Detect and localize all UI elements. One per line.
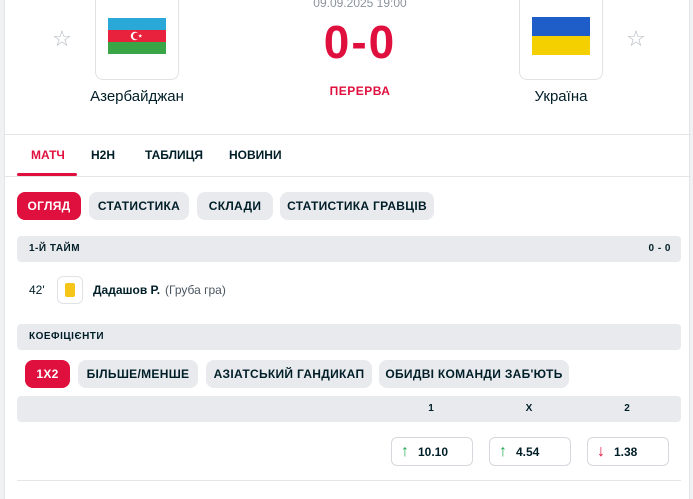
yellow-card-icon: [65, 283, 75, 297]
odd-away-button[interactable]: ↓ 1.38: [587, 437, 669, 466]
bottom-divider: [17, 480, 681, 481]
odds-tab-1x2[interactable]: 1X2: [25, 360, 70, 388]
arrow-down-icon: ↓: [597, 442, 605, 460]
tab-table[interactable]: ТАБЛИЦЯ: [145, 148, 203, 162]
odds-tab-over-under[interactable]: БІЛЬШЕ/МЕНШЕ: [78, 360, 198, 388]
match-datetime: 09.09.2025 19:00: [313, 0, 407, 10]
match-card: ☆ Азербайджан 09.09.2025 19:00 0-0 ПЕРЕР…: [4, 0, 691, 499]
tabs-divider: [5, 176, 691, 177]
odds-tab-asian-handicap[interactable]: АЗІАТСЬКИЙ ГАНДИКАП: [206, 360, 372, 388]
tab-match[interactable]: МАТЧ: [31, 148, 65, 162]
odds-col-x: X: [525, 403, 533, 414]
azerbaijan-flag-icon: [108, 18, 166, 54]
odds-tab-btts[interactable]: ОБИДВІ КОМАНДИ ЗАБ'ЮТЬ: [379, 360, 569, 388]
match-status: ПЕРЕРВА: [329, 84, 391, 98]
incident-player[interactable]: Дадашов Р.: [93, 283, 160, 297]
odds-title: КОЕФІЦІЄНТИ: [29, 331, 105, 342]
odd-away-value: 1.38: [614, 444, 638, 459]
favorite-home-star-icon[interactable]: ☆: [51, 28, 73, 50]
incident-minute: 42': [29, 283, 45, 297]
home-team-logo[interactable]: [95, 0, 179, 80]
subtab-lineups[interactable]: СКЛАДИ: [197, 192, 273, 220]
subtab-statistics[interactable]: СТАТИСТИКА: [89, 192, 189, 220]
home-team-name[interactable]: Азербайджан: [47, 88, 227, 105]
first-half-score: 0 - 0: [648, 243, 671, 254]
odd-home-button[interactable]: ↑ 10.10: [391, 437, 473, 466]
odd-draw-button[interactable]: ↑ 4.54: [489, 437, 571, 466]
odds-header: КОЕФІЦІЄНТИ: [17, 324, 681, 350]
incident-reason: (Груба гра): [165, 283, 226, 297]
odd-home-value: 10.10: [418, 444, 449, 459]
arrow-up-icon: ↑: [499, 442, 507, 460]
first-half-header: 1-Й ТАЙМ 0 - 0: [17, 236, 681, 262]
odd-draw-value: 4.54: [516, 444, 540, 459]
favorite-away-star-icon[interactable]: ☆: [625, 28, 647, 50]
tab-h2h[interactable]: H2H: [91, 148, 115, 162]
incident-type-box: [57, 276, 83, 304]
ukraine-flag-icon: [532, 17, 590, 55]
arrow-up-icon: ↑: [401, 442, 409, 460]
odds-col-1: 1: [428, 403, 434, 414]
subtab-player-stats[interactable]: СТАТИСТИКА ГРАВЦІВ: [280, 192, 434, 220]
first-half-title: 1-Й ТАЙМ: [29, 243, 81, 254]
away-team-name[interactable]: Україна: [471, 88, 651, 105]
subtab-overview[interactable]: ОГЛЯД: [17, 192, 81, 220]
tab-news[interactable]: НОВИНИ: [229, 148, 282, 162]
away-team-logo[interactable]: [519, 0, 603, 80]
odds-columns-header: 1 X 2: [17, 396, 681, 422]
odds-col-2: 2: [624, 403, 630, 414]
match-score: 0-0: [323, 16, 397, 68]
header-divider: [5, 134, 691, 135]
